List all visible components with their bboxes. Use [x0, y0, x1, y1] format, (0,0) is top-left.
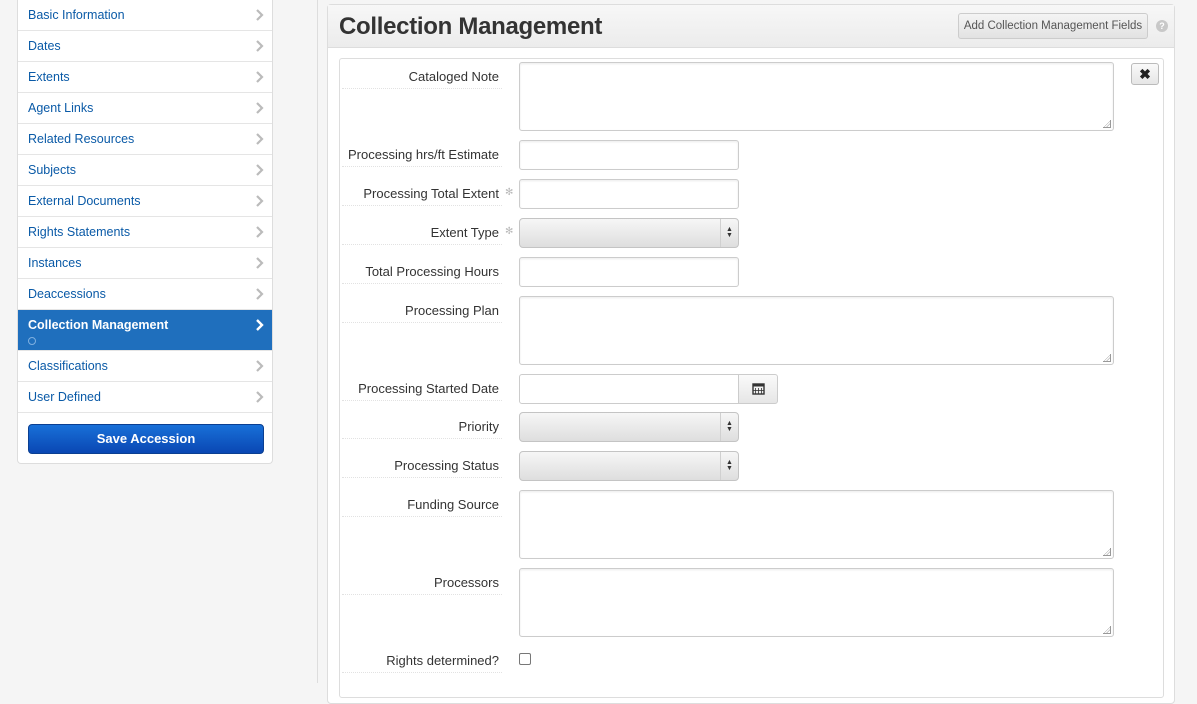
- select-arrows-icon: ▲ ▼: [720, 452, 738, 480]
- priority-select[interactable]: ▲ ▼: [519, 412, 739, 442]
- sidebar-item-label: Extents: [28, 70, 70, 84]
- chevron-right-icon: [256, 9, 264, 21]
- chevron-right-icon: [256, 360, 264, 372]
- resize-grip-icon[interactable]: [1103, 354, 1111, 362]
- sidebar-item-label: Basic Information: [28, 8, 125, 22]
- sidebar-item-external-documents[interactable]: External Documents: [18, 186, 272, 217]
- funding-source-label: Funding Source: [407, 497, 499, 512]
- chevron-right-icon: [256, 288, 264, 300]
- processing-plan-textarea[interactable]: [519, 296, 1114, 365]
- label-divider: [342, 166, 502, 168]
- sidebar-item-label: Instances: [28, 256, 82, 270]
- processing-status-label: Processing Status: [394, 458, 499, 473]
- label-divider: [342, 672, 502, 674]
- processing-started-date-input[interactable]: [519, 374, 739, 404]
- processing-plan-label: Processing Plan: [405, 303, 499, 318]
- calendar-icon: [752, 383, 765, 395]
- sidebar-item-extents[interactable]: Extents: [18, 62, 272, 93]
- conditionally-required-icon: ✻: [505, 187, 514, 198]
- add-collection-management-fields-button[interactable]: Add Collection Management Fields: [958, 13, 1148, 39]
- sidebar-item-basic-information[interactable]: Basic Information: [18, 0, 272, 31]
- help-icon[interactable]: ?: [1156, 20, 1168, 32]
- sidebar-item-label: Agent Links: [28, 101, 94, 115]
- sidebar-item-label: Related Resources: [28, 132, 135, 146]
- processing-started-date-label: Processing Started Date: [358, 381, 499, 396]
- section-indicator-icon: [28, 337, 36, 345]
- sidebar-item-label: Dates: [28, 39, 61, 53]
- sidebar-item-instances[interactable]: Instances: [18, 248, 272, 279]
- processing-status-select[interactable]: ▲ ▼: [519, 451, 739, 481]
- resize-grip-icon[interactable]: [1103, 548, 1111, 556]
- chevron-right-icon: [256, 71, 264, 83]
- label-divider: [342, 205, 502, 207]
- page-title: Collection Management: [339, 13, 603, 40]
- processors-textarea[interactable]: [519, 568, 1114, 637]
- cataloged-note-textarea[interactable]: [519, 62, 1114, 131]
- label-divider: [342, 516, 502, 518]
- cataloged-note-label: Cataloged Note: [408, 69, 499, 84]
- column-divider: [317, 0, 318, 683]
- chevron-right-icon: [256, 319, 264, 331]
- rights-determined-label: Rights determined?: [386, 653, 499, 668]
- sidebar-item-deaccessions[interactable]: Deaccessions: [18, 279, 272, 310]
- sidebar-item-subjects[interactable]: Subjects: [18, 155, 272, 186]
- processing-hrs-estimate-label: Processing hrs/ft Estimate: [348, 147, 499, 162]
- label-divider: [342, 594, 502, 596]
- sidebar-item-rights-statements[interactable]: Rights Statements: [18, 217, 272, 248]
- chevron-right-icon: [256, 195, 264, 207]
- priority-label: Priority: [458, 419, 499, 434]
- processing-hrs-estimate-input[interactable]: [519, 140, 739, 170]
- sidebar-item-classifications[interactable]: Classifications: [18, 351, 272, 382]
- processing-total-extent-label: Processing Total Extent: [363, 186, 499, 201]
- label-divider: [342, 244, 502, 246]
- remove-subrecord-button[interactable]: ✖: [1131, 63, 1159, 85]
- chevron-right-icon: [256, 164, 264, 176]
- chevron-right-icon: [256, 257, 264, 269]
- chevron-right-icon: [256, 40, 264, 52]
- label-divider: [342, 438, 502, 440]
- conditionally-required-icon: ✻: [505, 226, 514, 237]
- sidebar-item-label: User Defined: [28, 390, 101, 404]
- chevron-right-icon: [256, 226, 264, 238]
- sidebar-item-label: Collection Management: [28, 318, 169, 332]
- sidebar-item-label: External Documents: [28, 194, 141, 208]
- label-divider: [342, 283, 502, 285]
- extent-type-label: Extent Type: [430, 225, 499, 240]
- select-arrows-icon: ▲ ▼: [720, 413, 738, 441]
- label-divider: [342, 477, 502, 479]
- label-divider: [342, 322, 502, 324]
- total-processing-hours-input[interactable]: [519, 257, 739, 287]
- sidebar-item-label: Rights Statements: [28, 225, 131, 239]
- form-section-nav: Basic Information Dates Extents Agent Li…: [17, 0, 273, 464]
- sidebar-item-related-resources[interactable]: Related Resources: [18, 124, 272, 155]
- resize-grip-icon[interactable]: [1103, 120, 1111, 128]
- chevron-right-icon: [256, 133, 264, 145]
- label-divider: [342, 400, 502, 402]
- sidebar-item-label: Deaccessions: [28, 287, 106, 301]
- chevron-right-icon: [256, 391, 264, 403]
- panel-header: Collection Management Add Collection Man…: [328, 5, 1174, 48]
- sidebar-item-user-defined[interactable]: User Defined: [18, 382, 272, 413]
- sidebar-item-agent-links[interactable]: Agent Links: [18, 93, 272, 124]
- sidebar-item-dates[interactable]: Dates: [18, 31, 272, 62]
- select-arrows-icon: ▲ ▼: [720, 219, 738, 247]
- date-picker-button[interactable]: [738, 374, 778, 404]
- total-processing-hours-label: Total Processing Hours: [365, 264, 499, 279]
- sidebar-item-label: Classifications: [28, 359, 108, 373]
- processing-total-extent-input[interactable]: [519, 179, 739, 209]
- sidebar-item-label: Subjects: [28, 163, 76, 177]
- funding-source-textarea[interactable]: [519, 490, 1114, 559]
- chevron-right-icon: [256, 102, 264, 114]
- sidebar-item-collection-management[interactable]: Collection Management: [18, 310, 272, 351]
- rights-determined-checkbox[interactable]: [519, 653, 531, 665]
- processors-label: Processors: [433, 575, 499, 590]
- save-accession-button[interactable]: Save Accession: [28, 424, 264, 454]
- label-divider: [342, 88, 502, 90]
- resize-grip-icon[interactable]: [1103, 626, 1111, 634]
- extent-type-select[interactable]: ▲ ▼: [519, 218, 739, 248]
